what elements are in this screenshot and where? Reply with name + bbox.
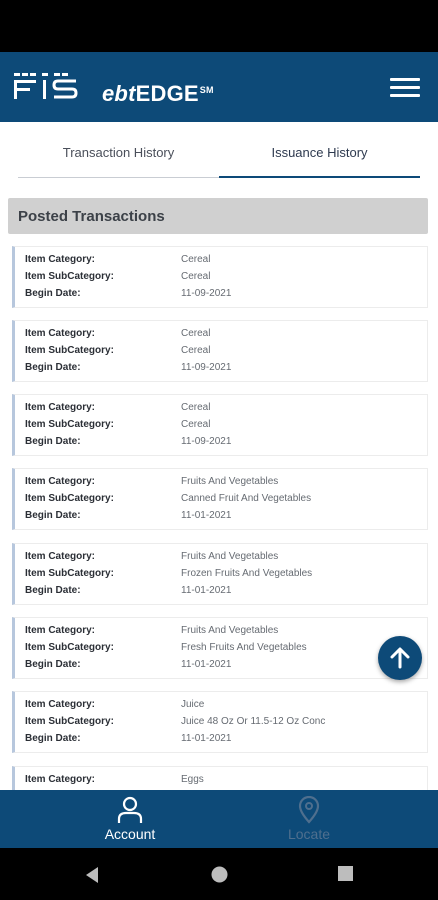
back-icon[interactable] — [84, 866, 100, 884]
category-label: Item Category: — [25, 402, 96, 413]
category-value: Cereal — [181, 402, 211, 413]
subcategory-value: Frozen Fruits And Vegetables — [181, 568, 313, 579]
nav-locate[interactable]: Locate — [249, 790, 369, 848]
transaction-list[interactable]: Item Category: Cereal Item SubCategory: Ce… — [12, 246, 428, 790]
bottom-nav: Account Locate — [0, 790, 438, 848]
category-value: Cereal — [181, 254, 211, 265]
nav-account-label: Account — [104, 826, 156, 842]
status-bar — [0, 0, 438, 52]
transaction-card[interactable]: Item Category: Juice Item SubCategory: Jui… — [12, 691, 428, 753]
person-icon — [117, 796, 143, 823]
system-nav-bar — [0, 848, 438, 900]
category-value: Fruits And Vegetables — [181, 476, 279, 487]
category-label: Item Category: — [25, 328, 96, 339]
logo-edge-text: EDGE — [135, 81, 199, 106]
subcategory-label: Item SubCategory: — [25, 642, 114, 653]
begin-date-value: 11-01-2021 — [181, 585, 232, 596]
category-value: Juice — [181, 699, 205, 710]
arrow-up-icon — [390, 647, 410, 669]
subcategory-label: Item SubCategory: — [25, 493, 114, 504]
transaction-card[interactable]: Item Category: Cereal Item SubCategory: Ce… — [12, 394, 428, 456]
nav-locate-label: Locate — [287, 826, 331, 842]
category-label: Item Category: — [25, 774, 96, 785]
category-label: Item Category: — [25, 254, 96, 265]
category-value: Fruits And Vegetables — [181, 625, 279, 636]
nav-account[interactable]: Account — [70, 790, 190, 848]
subcategory-label: Item SubCategory: — [25, 419, 114, 430]
subcategory-value: Juice 48 Oz Or 11.5-12 Oz Conc — [181, 716, 326, 727]
begin-date-label: Begin Date: — [25, 510, 81, 521]
transaction-card[interactable]: Item Category: Fruits And Vegetables Item… — [12, 543, 428, 605]
scroll-to-top-button[interactable] — [378, 636, 422, 680]
transaction-card[interactable]: Item Category: Cereal Item SubCategory: Ce… — [12, 320, 428, 382]
begin-date-value: 11-01-2021 — [181, 510, 232, 521]
history-tabs: Transaction History Issuance History — [18, 122, 420, 178]
begin-date-value: 11-01-2021 — [181, 733, 232, 744]
begin-date-label: Begin Date: — [25, 733, 81, 744]
location-pin-icon — [298, 796, 320, 824]
hamburger-menu-icon[interactable] — [390, 78, 420, 102]
subcategory-label: Item SubCategory: — [25, 345, 114, 356]
subcategory-value: Canned Fruit And Vegetables — [181, 493, 312, 504]
begin-date-label: Begin Date: — [25, 436, 81, 447]
category-value: Fruits And Vegetables — [181, 551, 279, 562]
transaction-card[interactable]: Item Category: Fruits And Vegetables Item… — [12, 617, 428, 679]
begin-date-label: Begin Date: — [25, 659, 81, 670]
subcategory-label: Item SubCategory: — [25, 716, 114, 727]
begin-date-value: 11-09-2021 — [181, 288, 232, 299]
transaction-card[interactable]: Item Category: Eggs — [12, 766, 428, 790]
section-title: Posted Transactions — [18, 208, 165, 225]
category-label: Item Category: — [25, 625, 96, 636]
begin-date-label: Begin Date: — [25, 362, 81, 373]
subcategory-label: Item SubCategory: — [25, 271, 114, 282]
subcategory-value: Cereal — [181, 419, 211, 430]
category-label: Item Category: — [25, 699, 96, 710]
category-label: Item Category: — [25, 551, 96, 562]
subcategory-label: Item SubCategory: — [25, 568, 114, 579]
subcategory-value: Cereal — [181, 271, 211, 282]
ebtedge-logo: ebtEDGESM — [102, 81, 214, 107]
category-value: Eggs — [181, 774, 204, 785]
fis-logo — [14, 73, 78, 99]
subcategory-value: Cereal — [181, 345, 211, 356]
logo-sm-mark: SM — [199, 84, 214, 95]
begin-date-label: Begin Date: — [25, 585, 81, 596]
app-header: ebtEDGESM — [0, 52, 438, 122]
category-value: Cereal — [181, 328, 211, 339]
section-header: Posted Transactions — [8, 198, 428, 234]
begin-date-value: 11-09-2021 — [181, 436, 232, 447]
tab-issuance-history[interactable]: Issuance History — [219, 122, 420, 178]
transaction-card[interactable]: Item Category: Fruits And Vegetables Item… — [12, 468, 428, 530]
begin-date-label: Begin Date: — [25, 288, 81, 299]
tab-transaction-history[interactable]: Transaction History — [18, 122, 219, 178]
begin-date-value: 11-09-2021 — [181, 362, 232, 373]
category-label: Item Category: — [25, 476, 96, 487]
recents-icon[interactable] — [338, 866, 353, 881]
logo-ebt-text: ebt — [102, 81, 136, 106]
home-icon[interactable] — [211, 866, 228, 883]
transaction-card[interactable]: Item Category: Cereal Item SubCategory: Ce… — [12, 246, 428, 308]
